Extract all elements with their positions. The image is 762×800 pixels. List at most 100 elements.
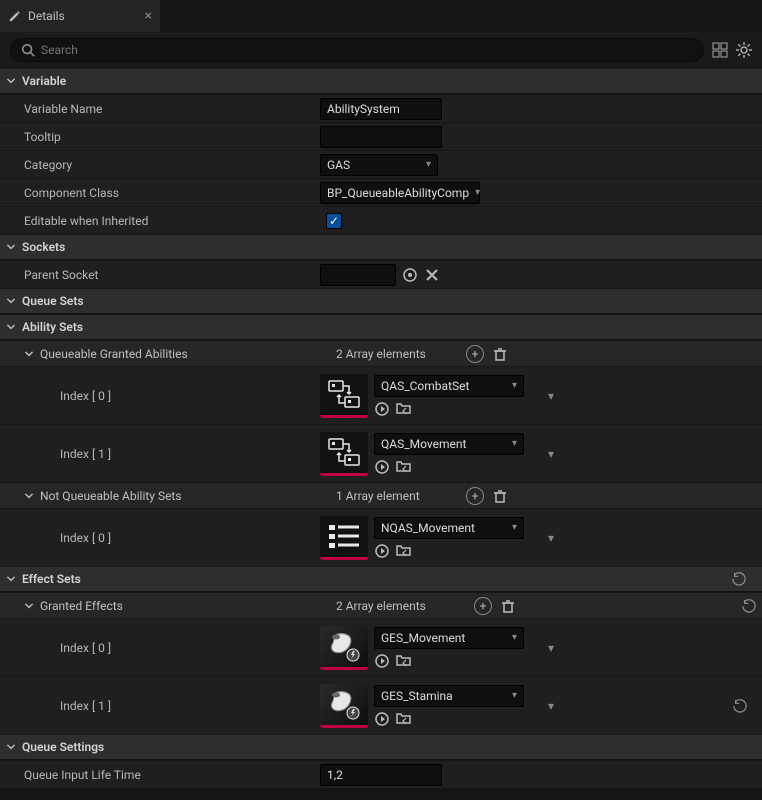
use-selected-icon[interactable] [374,653,390,669]
subsection-label: Not Queueable Ability Sets [40,489,182,503]
chevron-down-icon [6,574,16,584]
chevron-down-icon [24,491,34,501]
subsection-label: Queueable Granted Abilities [40,347,188,361]
array-item-row: Index [ 0 ] QAS_CombatSet▾ ▾ [0,366,762,424]
asset-name: QAS_Movement [381,437,466,451]
array-summary: 2 Array elements [336,347,426,361]
tab-title: Details [28,9,65,23]
asset-picker[interactable]: NQAS_Movement▾ [374,517,524,539]
clear-array-button[interactable] [500,598,516,614]
section-title: Effect Sets [22,572,81,586]
array-item-row: Index [ 0 ] NQAS_Movement▾ ▾ [0,508,762,566]
asset-thumbnail[interactable] [320,374,368,418]
expand-element-icon[interactable]: ▾ [548,531,554,545]
expand-element-icon[interactable]: ▾ [548,447,554,461]
pen-icon [8,9,22,23]
checkbox-editable-inherited[interactable]: ✓ [326,213,342,229]
view-options-icon[interactable] [712,42,728,58]
array-summary: 1 Array element [336,489,420,503]
row-tooltip: Tooltip [0,122,762,150]
array-index-label: Index [ 1 ] [0,699,310,713]
section-sockets[interactable]: Sockets [0,234,762,260]
chevron-down-icon [6,76,16,86]
section-title: Queue Settings [22,740,104,754]
asset-name: QAS_CombatSet [381,379,469,393]
chevron-down-icon: ▾ [512,380,517,391]
subsection-label: Granted Effects [40,599,123,613]
chevron-down-icon [6,296,16,306]
asset-thumbnail[interactable] [320,626,368,670]
use-selected-icon[interactable] [374,543,390,559]
add-element-button[interactable]: + [466,487,484,505]
asset-thumbnail[interactable] [320,432,368,476]
label-variable-name: Variable Name [0,102,310,116]
reset-icon[interactable] [742,599,756,613]
browse-asset-icon[interactable] [396,653,412,669]
input-tooltip[interactable] [320,126,442,148]
clear-socket-icon[interactable] [424,267,440,283]
row-variable-name: Variable Name [0,94,762,122]
browse-asset-icon[interactable] [396,401,412,417]
tab-details[interactable]: Details × [0,0,160,32]
label-component-class: Component Class [0,186,310,200]
section-variable[interactable]: Variable [0,68,762,94]
search-row [0,32,762,68]
expand-element-icon[interactable]: ▾ [548,699,554,713]
close-icon[interactable]: × [145,8,152,24]
browse-asset-icon[interactable] [396,711,412,727]
section-effect-sets[interactable]: Effect Sets [0,566,762,592]
row-component-class: Component Class BP_QueueableAbilityComp▾ [0,178,762,206]
settings-icon[interactable] [736,42,752,58]
add-element-button[interactable]: + [466,345,484,363]
add-element-button[interactable]: + [474,597,492,615]
pick-socket-icon[interactable] [402,267,418,283]
input-queue-lifetime[interactable] [320,764,442,786]
asset-picker[interactable]: GES_Movement▾ [374,627,524,649]
array-item-row: Index [ 1 ] QAS_Movement▾ ▾ [0,424,762,482]
array-item-row: Index [ 1 ] GES_Stamina▾ ▾ [0,676,762,734]
section-title: Variable [22,74,66,88]
scroll-area[interactable]: Variable Variable Name Tooltip Category … [0,68,762,800]
input-variable-name[interactable] [320,98,442,120]
clear-array-button[interactable] [492,346,508,362]
array-item-row: Index [ 0 ] GES_Movement▾ ▾ [0,618,762,676]
reset-icon[interactable] [733,699,747,713]
browse-asset-icon[interactable] [396,543,412,559]
use-selected-icon[interactable] [374,459,390,475]
chevron-down-icon [6,322,16,332]
chevron-down-icon: ▾ [512,690,517,701]
label-tooltip: Tooltip [0,130,310,144]
row-editable-inherited: Editable when Inherited ✓ [0,206,762,234]
chevron-down-icon: ▾ [512,522,517,533]
expand-element-icon[interactable]: ▾ [548,389,554,403]
expand-element-icon[interactable]: ▾ [548,641,554,655]
label-queue-lifetime: Queue Input Life Time [0,768,310,782]
tab-bar: Details × [0,0,762,32]
subsection-granted-effects[interactable]: Granted Effects 2 Array elements + [0,592,762,618]
input-parent-socket[interactable] [320,264,396,286]
use-selected-icon[interactable] [374,401,390,417]
row-parent-socket: Parent Socket [0,260,762,288]
asset-thumbnail[interactable] [320,516,368,560]
search-box[interactable] [10,38,704,62]
use-selected-icon[interactable] [374,711,390,727]
subsection-not-queueable-abilities[interactable]: Not Queueable Ability Sets 1 Array eleme… [0,482,762,508]
asset-picker[interactable]: GES_Stamina▾ [374,685,524,707]
section-ability-sets[interactable]: Ability Sets [0,314,762,340]
subsection-queueable-abilities[interactable]: Queueable Granted Abilities 2 Array elem… [0,340,762,366]
asset-picker[interactable]: QAS_Movement▾ [374,433,524,455]
select-category[interactable]: GAS▾ [320,154,438,176]
search-input[interactable] [41,43,693,57]
section-queue-settings[interactable]: Queue Settings [0,734,762,760]
select-component-class[interactable]: BP_QueueableAbilityComp▾ [320,182,480,204]
clear-array-button[interactable] [492,488,508,504]
section-queue-sets[interactable]: Queue Sets [0,288,762,314]
asset-thumbnail[interactable] [320,684,368,728]
reset-icon[interactable] [732,572,756,586]
label-category: Category [0,158,310,172]
asset-picker[interactable]: QAS_CombatSet ▾ [374,375,524,397]
browse-asset-icon[interactable] [396,459,412,475]
section-title: Ability Sets [22,320,83,334]
chevron-down-icon: ▾ [512,632,517,643]
chevron-down-icon [24,601,34,611]
